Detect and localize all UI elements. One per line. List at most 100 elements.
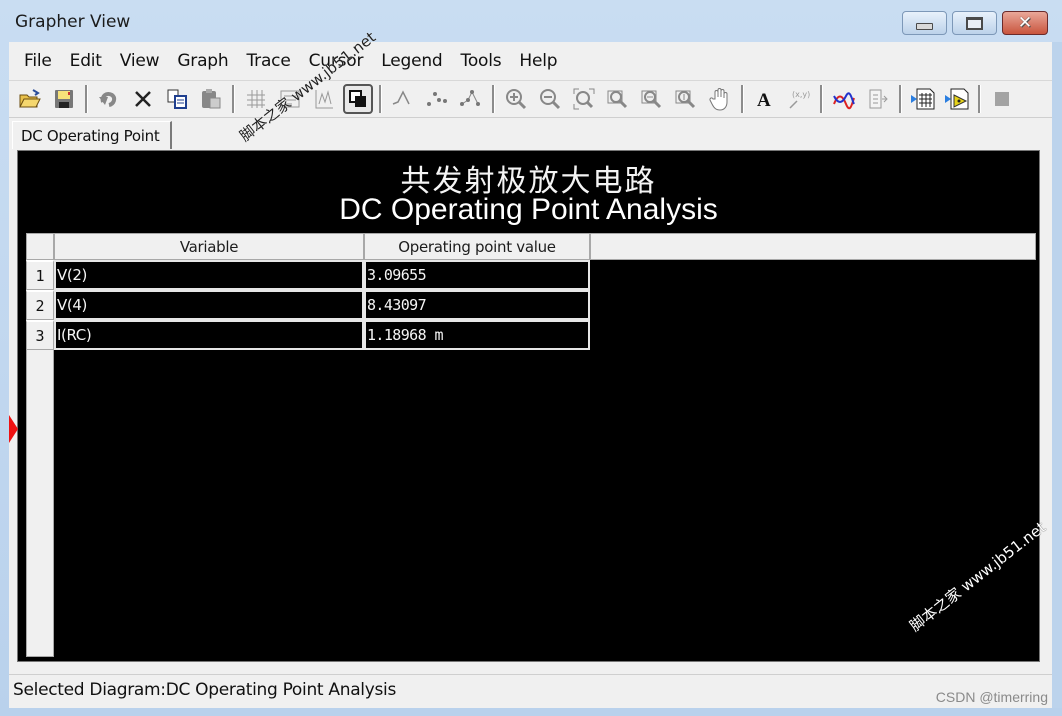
line-points-button[interactable]	[456, 84, 486, 114]
grapher-view-window: Grapher View ✕ File Edit View Graph Trac…	[0, 0, 1062, 716]
paste-button[interactable]	[196, 84, 226, 114]
row-header[interactable]: 1	[26, 260, 54, 290]
line-button[interactable]	[388, 84, 418, 114]
diagram-title: DC Operating Point Analysis	[339, 193, 718, 226]
delete-icon	[135, 91, 151, 107]
label-xy-icon: (x,y)	[789, 90, 810, 109]
toolbar: A (x,y)	[9, 80, 1052, 118]
zoom-x-button[interactable]	[603, 84, 633, 114]
window-border	[1052, 42, 1062, 708]
undo-icon	[99, 91, 117, 107]
zoom-out-button[interactable]	[535, 84, 565, 114]
cell-value[interactable]: 1.18968 m	[364, 320, 590, 350]
maximize-icon	[966, 16, 983, 30]
svg-text:A: A	[757, 90, 771, 110]
line-icon	[392, 90, 410, 105]
copy-button[interactable]	[162, 84, 192, 114]
open-icon	[19, 89, 41, 108]
pan-hand-icon	[709, 88, 728, 111]
close-button[interactable]: ✕	[1002, 11, 1048, 35]
toolbar-separator	[379, 85, 382, 113]
cell-value[interactable]: 8.43097	[364, 290, 590, 320]
export-diagram-button[interactable]	[942, 84, 972, 114]
export-table-button[interactable]	[908, 84, 938, 114]
export-button[interactable]	[863, 84, 893, 114]
table-corner[interactable]	[26, 233, 54, 260]
stop-icon	[995, 92, 1009, 106]
status-text: Selected Diagram:DC Operating Point Anal…	[13, 679, 397, 700]
trace-icon	[833, 92, 855, 110]
export-table-icon	[911, 88, 935, 110]
toolbar-separator	[85, 85, 88, 113]
toolbar-separator	[978, 85, 981, 113]
zoom-in-icon	[506, 89, 527, 110]
toolbar-separator	[899, 85, 902, 113]
overlay-button[interactable]	[343, 84, 373, 114]
row-header[interactable]: 2	[26, 290, 54, 320]
copy-icon	[167, 89, 187, 109]
zoom-y-icon	[641, 90, 662, 109]
export-diagram-icon	[945, 88, 969, 110]
credit-text: CSDN @timerring	[935, 689, 1048, 705]
title-bar[interactable]: Grapher View ✕	[0, 0, 1062, 42]
menu-help[interactable]: Help	[510, 51, 566, 71]
trace-button[interactable]	[829, 84, 859, 114]
status-bar: Selected Diagram:DC Operating Point Anal…	[9, 674, 1052, 704]
svg-text:(x,y): (x,y)	[792, 90, 810, 99]
open-button[interactable]	[15, 84, 45, 114]
line-points-icon	[460, 90, 480, 106]
pan-button[interactable]	[705, 84, 735, 114]
diagram-area[interactable]: 共发射极放大电路 DC Operating Point Analysis Var…	[17, 150, 1040, 662]
toolbar-separator	[232, 85, 235, 113]
menu-bar: File Edit View Graph Trace Cursor Legend…	[9, 42, 1052, 80]
row-header[interactable]: 3	[26, 320, 54, 350]
text-icon: A	[757, 90, 771, 110]
zoom-x-icon	[607, 90, 628, 109]
zoom-y-button[interactable]	[637, 84, 667, 114]
client-area: File Edit View Graph Trace Cursor Legend…	[9, 42, 1052, 708]
column-header-value[interactable]: Operating point value	[364, 233, 590, 260]
cell-variable[interactable]: V(4)	[54, 290, 364, 320]
maximize-button[interactable]	[952, 11, 997, 35]
menu-trace[interactable]: Trace	[237, 51, 299, 71]
diagram-tabs: DC Operating Point	[9, 118, 1052, 150]
save-button[interactable]	[49, 84, 79, 114]
export-icon	[869, 89, 888, 109]
cell-value[interactable]: 3.09655	[364, 260, 590, 290]
zoom-xy-icon	[675, 90, 696, 109]
operating-point-table: Variable Operating point value 1 V(2) 3.…	[26, 233, 1036, 658]
zoom-in-button[interactable]	[501, 84, 531, 114]
undo-button[interactable]	[94, 84, 124, 114]
text-button[interactable]: A	[750, 84, 780, 114]
paste-icon	[202, 89, 221, 109]
tab-dc-operating-point[interactable]: DC Operating Point	[12, 121, 172, 149]
menu-edit[interactable]: Edit	[61, 51, 111, 71]
cell-variable[interactable]: I(RC)	[54, 320, 364, 350]
menu-view[interactable]: View	[111, 51, 169, 71]
points-button[interactable]	[422, 84, 452, 114]
points-icon	[427, 92, 447, 106]
toolbar-separator	[820, 85, 823, 113]
stop-button[interactable]	[987, 84, 1017, 114]
zoom-fit-button[interactable]	[569, 84, 599, 114]
toolbar-separator	[492, 85, 495, 113]
window-title: Grapher View	[15, 12, 131, 32]
toolbar-separator	[741, 85, 744, 113]
menu-tools[interactable]: Tools	[452, 51, 511, 71]
zoom-xy-button[interactable]	[671, 84, 701, 114]
zoom-fit-icon	[573, 88, 595, 110]
menu-legend[interactable]: Legend	[372, 51, 451, 71]
overlay-icon	[349, 90, 366, 107]
minimize-icon	[916, 22, 933, 30]
delete-button[interactable]	[128, 84, 158, 114]
red-arrow-marker	[9, 415, 18, 443]
column-header-empty	[590, 233, 1036, 260]
cell-variable[interactable]: V(2)	[54, 260, 364, 290]
menu-file[interactable]: File	[15, 51, 61, 71]
close-icon: ✕	[1017, 13, 1033, 33]
label-xy-button[interactable]: (x,y)	[784, 84, 814, 114]
column-header-variable[interactable]: Variable	[54, 233, 364, 260]
minimize-button[interactable]	[902, 11, 947, 35]
zoom-out-icon	[540, 89, 561, 110]
menu-graph[interactable]: Graph	[168, 51, 237, 71]
